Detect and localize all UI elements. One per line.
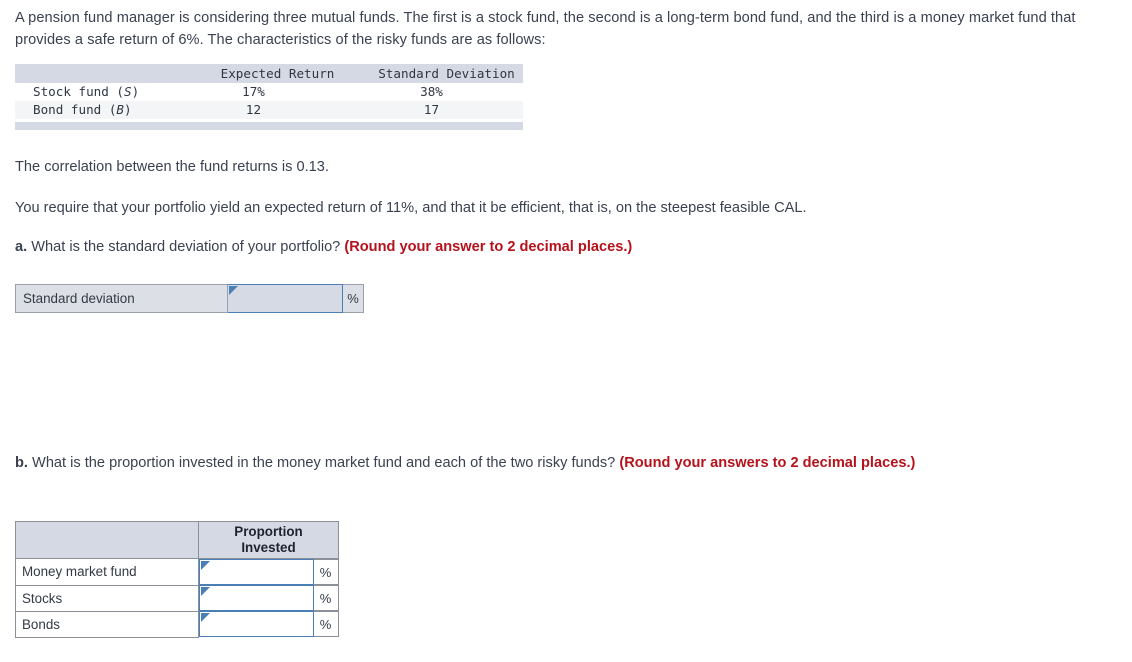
text-cursor-icon [201,613,210,622]
proportion-header-blank [15,521,199,559]
standard-deviation-label: Standard deviation [15,284,228,313]
table-row: Money market fund % [15,558,339,586]
bonds-input-cell: % [199,611,339,637]
money-market-fund-unit: % [313,559,339,585]
table-footer-bar [15,122,523,130]
question-a-body: What is the standard deviation of your p… [27,239,345,255]
standard-deviation-answer-row: Standard deviation % [15,284,364,313]
bond-fund-label: Bond fund ( [33,102,117,117]
text-cursor-icon [201,561,210,570]
question-b-text: b. What is the proportion invested in th… [15,453,1055,474]
table-row: Bond fund (B) 12 17 [15,101,523,119]
question-a-note: (Round your answer to 2 decimal places.) [344,239,633,255]
stock-fund-label-end: ) [131,84,140,99]
bond-fund-expected-return: 12 [245,102,262,117]
row-label-stocks: Stocks [15,584,199,612]
stocks-input-cell: % [199,585,339,611]
header-blank [15,64,185,83]
standard-deviation-input[interactable] [228,284,343,313]
table-row: Stock fund (S) 17% 38% [15,83,523,101]
row-label-stock-fund: Stock fund (S) [15,83,185,101]
money-market-input-cell: % [199,559,339,585]
bond-fund-label-end: ) [124,102,132,117]
stock-fund-label: Stock fund ( [33,84,124,99]
standard-deviation-unit: % [343,284,364,313]
fund-characteristics-table: Expected Return Standard Deviation Stock… [15,64,523,119]
header-expected-return: Expected Return [220,66,335,81]
question-b-letter: b. [15,455,28,471]
bond-fund-standard-deviation: 17 [423,102,440,117]
proportion-header-line1: Proportion [234,524,303,539]
table-row: Stocks % [15,584,339,612]
correlation-statement: The correlation between the fund returns… [15,159,329,175]
bonds-input[interactable] [199,611,314,637]
requirement-statement: You require that your portfolio yield an… [15,200,807,216]
stocks-unit: % [313,585,339,611]
money-market-fund-input[interactable] [199,559,314,585]
proportion-header-line2: Invested [241,540,296,555]
stocks-input[interactable] [199,585,314,611]
question-page: A pension fund manager is considering th… [0,0,1132,662]
table-row: Bonds % [15,610,339,638]
proportion-header-label: Proportion Invested [198,521,339,559]
stock-fund-expected-return: 17% [242,84,265,99]
proportion-invested-table: Proportion Invested Money market fund % S… [15,521,339,638]
text-cursor-icon [229,286,238,295]
question-b-body: What is the proportion invested in the m… [27,455,620,471]
table-header-row: Expected Return Standard Deviation [15,64,523,83]
bond-fund-symbol: B [116,102,124,117]
question-b-note: (Round your answers to 2 decimal places.… [619,455,916,471]
question-a-text: a. What is the standard deviation of you… [15,237,1075,258]
question-a-letter: a. [15,239,28,255]
stock-fund-standard-deviation: 38% [420,84,443,99]
row-label-money-market-fund: Money market fund [15,558,199,586]
bonds-unit: % [313,611,339,637]
intro-paragraph: A pension fund manager is considering th… [15,10,1076,48]
text-cursor-icon [201,587,210,596]
row-label-bonds: Bonds [15,610,199,638]
proportion-header-row: Proportion Invested [15,521,339,559]
header-standard-deviation: Standard Deviation [378,66,515,81]
stock-fund-symbol: S [124,84,132,99]
row-label-bond-fund: Bond fund (B) [15,101,185,119]
